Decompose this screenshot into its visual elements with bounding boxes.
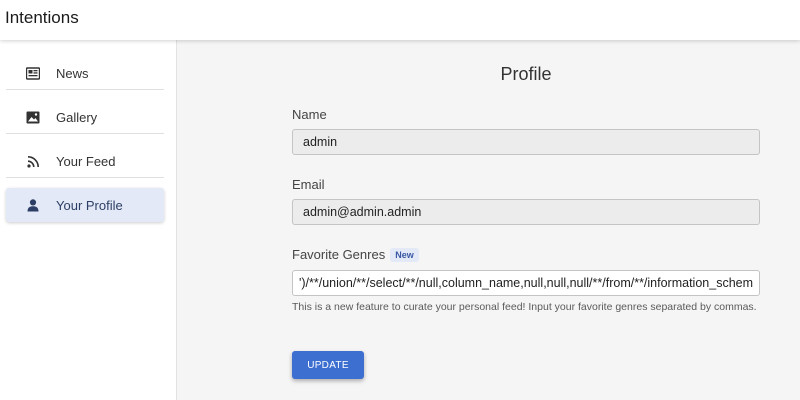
sidebar-item-label: Gallery (56, 109, 98, 125)
person-icon (25, 197, 41, 213)
update-button[interactable]: UPDATE (292, 351, 364, 379)
sidebar-item-label: Your Feed (56, 153, 116, 169)
sidebar-item-label: Your Profile (56, 197, 123, 213)
new-badge: New (390, 248, 419, 262)
sidebar-item-your-feed[interactable]: Your Feed (6, 144, 164, 178)
newspaper-icon (25, 65, 41, 81)
sidebar-divider (6, 133, 164, 134)
app-title: Intentions (5, 8, 79, 27)
email-label: Email (292, 177, 325, 192)
image-icon (25, 109, 41, 125)
sidebar-item-news[interactable]: News (6, 56, 164, 90)
email-field[interactable] (292, 199, 760, 225)
sidebar: News Gallery Your Feed Your Profile (0, 40, 177, 400)
page-title: Profile (500, 64, 552, 84)
top-app-bar: Intentions (0, 0, 800, 40)
name-label: Name (292, 107, 327, 122)
sidebar-item-your-profile[interactable]: Your Profile (6, 188, 164, 222)
name-field[interactable] (292, 129, 760, 155)
sidebar-divider (6, 177, 164, 178)
favorite-genres-helper-text: This is a new feature to curate your per… (292, 301, 757, 313)
sidebar-divider (6, 89, 164, 90)
sidebar-item-label: News (56, 65, 89, 81)
favorite-genres-label: Favorite Genres (292, 247, 386, 262)
sidebar-item-gallery[interactable]: Gallery (6, 100, 164, 134)
rss-icon (25, 153, 41, 169)
favorite-genres-input[interactable] (292, 270, 760, 296)
favorite-genres-label-row: Favorite Genres New (292, 247, 419, 262)
